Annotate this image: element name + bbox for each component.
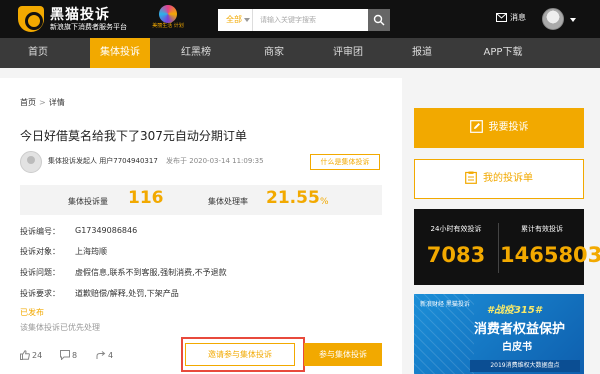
comment-count: 8 (72, 351, 78, 360)
author-role: 集体投诉发起人 (48, 157, 97, 165)
breadcrumb-home[interactable]: 首页 (20, 98, 36, 107)
breadcrumb-separator: > (39, 98, 46, 107)
comment-icon (60, 350, 70, 361)
edit-icon (469, 120, 483, 133)
author-name[interactable]: 用户7704940317 (99, 157, 158, 165)
main-nav: 首页 集体投诉 红黑榜 商家 评审团 报道 APP下载 (0, 38, 600, 68)
flower-icon (159, 5, 177, 23)
nav-item-app-download[interactable]: APP下载 (468, 38, 538, 68)
handling-rate-value: 21.55 (266, 188, 320, 208)
site-tagline: 新浪旗下消费者服务平台 (50, 23, 127, 31)
comment-button[interactable]: 8 (60, 350, 78, 361)
share-button[interactable]: 4 (96, 350, 113, 360)
like-button[interactable]: 24 (20, 350, 42, 360)
messages-link[interactable]: 消息 (496, 12, 526, 23)
nav-item-red-black-list[interactable]: 红黑榜 (166, 38, 226, 68)
banner-footer: 2019消费维权大数据盘点 (470, 360, 580, 372)
top-header: 黑猫投诉 新浪旗下消费者服务平台 美丽生活 计划 全部 消息 (0, 0, 600, 38)
thumbs-up-icon (20, 350, 30, 360)
complaint-count-label: 集体投诉量 (68, 197, 108, 206)
like-count: 24 (32, 351, 43, 360)
search-bar: 全部 (218, 9, 390, 31)
search-scope-label: 全部 (226, 15, 242, 24)
promo-banner[interactable]: 新浪财经 黑猫投诉 #战疫315# 消费者权益保护 白皮书 2019消费维权大数… (414, 294, 584, 374)
nav-item-reports[interactable]: 报道 (392, 38, 452, 68)
field-value: G17349086846 (75, 226, 138, 235)
user-avatar[interactable] (542, 8, 564, 30)
field-complaint-issue: 投诉问题： 虚假信息,联系不到客服,强制消费,不予退款 (20, 267, 227, 278)
field-value: 道歉赔偿/解释,处罚,下架产品 (75, 289, 179, 298)
author-avatar[interactable] (20, 151, 42, 173)
counter-divider (498, 223, 499, 273)
field-complaint-target: 投诉对象： 上海筠顺 (20, 246, 107, 257)
counter-total-value: 1465803 (500, 243, 600, 267)
banner-brand: 新浪财经 黑猫投诉 (420, 301, 470, 308)
counter-24h-label: 24小时有效投诉 (430, 225, 482, 233)
file-complaint-label: 我要投诉 (488, 122, 529, 133)
file-complaint-button[interactable]: 我要投诉 (414, 108, 584, 148)
status-badge: 已发布 (20, 308, 44, 317)
complaint-counter: 24小时有效投诉 7083 累计有效投诉 1465803 (414, 209, 600, 285)
banner-tag: #战疫315# (487, 305, 542, 316)
complaint-count-value: 116 (128, 188, 164, 208)
share-icon (96, 351, 106, 359)
complaint-card: 首页 > 详情 今日好借莫名给我下了307元自动分期订单 集体投诉发起人 用户770… (0, 78, 402, 374)
partner-label: 美丽生活 计划 (152, 23, 184, 29)
site-logo-name[interactable]: 黑猫投诉 (50, 4, 110, 24)
stats-bar: 集体投诉量 116 集体处理率 21.55 % (20, 185, 382, 215)
nav-item-review-panel[interactable]: 评审团 (318, 38, 378, 68)
field-label: 投诉要求： (20, 289, 60, 298)
nav-item-group-complaints[interactable]: 集体投诉 (90, 38, 150, 68)
field-value: 虚假信息,联系不到客服,强制消费,不予退款 (75, 268, 227, 277)
what-is-group-complaint-button[interactable]: 什么是集体投诉 (310, 154, 380, 170)
messages-label: 消息 (510, 13, 526, 22)
nav-item-home[interactable]: 首页 (8, 38, 68, 68)
clipboard-icon (465, 171, 477, 184)
share-count: 4 (108, 351, 114, 360)
field-label: 投诉编号： (20, 227, 60, 236)
mail-icon (496, 13, 507, 22)
priority-note: 该集体投诉已优先处理 (20, 323, 100, 332)
author-info: 集体投诉发起人 用户7704940317 发布于 2020-03-14 11:0… (48, 156, 264, 166)
chevron-down-icon[interactable] (570, 18, 576, 22)
field-label: 投诉问题： (20, 268, 60, 277)
field-complaint-demand: 投诉要求： 道歉赔偿/解释,处罚,下架产品 (20, 288, 179, 299)
nav-item-merchants[interactable]: 商家 (244, 38, 304, 68)
field-label: 投诉对象： (20, 247, 60, 256)
cat-logo-icon[interactable] (18, 6, 44, 32)
handling-rate-label: 集体处理率 (208, 197, 248, 206)
counter-total-label: 累计有效投诉 (521, 225, 563, 233)
search-scope-select[interactable]: 全部 (218, 9, 253, 31)
my-complaints-label: 我的投诉单 (483, 173, 533, 184)
search-button[interactable] (368, 9, 390, 31)
banner-subline: 白皮书 (502, 342, 532, 353)
my-complaints-button[interactable]: 我的投诉单 (414, 159, 584, 199)
publish-date: 发布于 2020-03-14 11:09:35 (166, 157, 264, 165)
join-complaint-button[interactable]: 参与集体投诉 (304, 343, 382, 366)
invite-join-button[interactable]: 邀请参与集体投诉 (185, 343, 295, 366)
breadcrumb-current: 详情 (48, 98, 65, 107)
search-input[interactable] (256, 9, 368, 31)
counter-24h-value: 7083 (426, 243, 486, 267)
handling-rate-unit: % (320, 197, 329, 207)
search-icon (373, 14, 385, 26)
field-complaint-id: 投诉编号： G17349086846 (20, 226, 137, 237)
page-title: 今日好借莫名给我下了307元自动分期订单 (20, 129, 247, 143)
chevron-down-icon (244, 17, 250, 22)
breadcrumb: 首页 > 详情 (20, 97, 65, 108)
banner-headline: 消费者权益保护 (474, 322, 566, 337)
partner-logo[interactable]: 美丽生活 计划 (150, 5, 186, 33)
field-value[interactable]: 上海筠顺 (75, 246, 107, 257)
